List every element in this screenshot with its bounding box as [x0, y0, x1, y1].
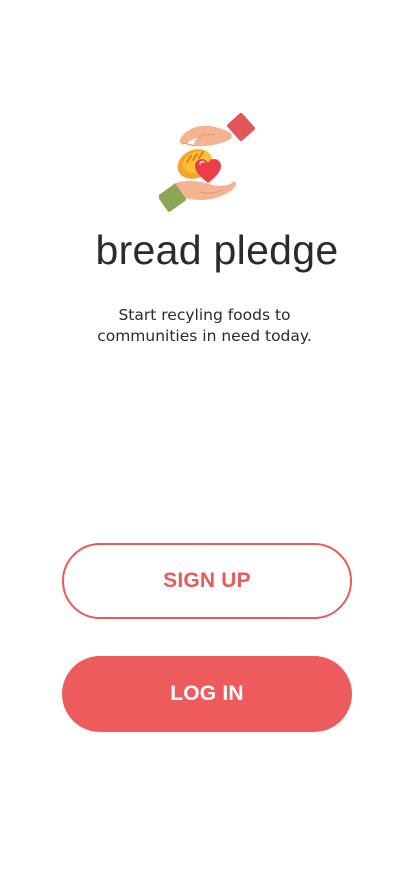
bread-pledge-logo-icon [159, 112, 255, 212]
top-hand-icon [179, 112, 255, 147]
tagline-line-2: communities in need today. [97, 327, 312, 345]
log-in-label: LOG IN [170, 682, 244, 705]
sign-up-button[interactable]: SIGN UP [62, 543, 352, 619]
bottom-hand-icon [159, 181, 237, 212]
sign-up-label: SIGN UP [163, 569, 251, 592]
log-in-button[interactable]: LOG IN [62, 656, 352, 732]
welcome-screen: bread pledge Start recyling foods to com… [0, 0, 414, 896]
app-title: bread pledge [95, 227, 339, 273]
tagline-line-1: Start recyling foods to [118, 306, 291, 324]
tagline: Start recyling foods to communities in n… [0, 305, 409, 347]
